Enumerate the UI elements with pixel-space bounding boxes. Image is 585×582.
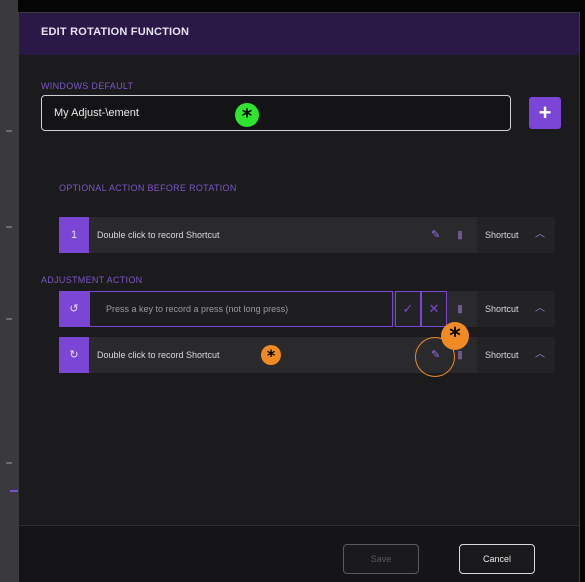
function-name-input[interactable] <box>41 95 511 131</box>
orange-marker: * <box>261 345 281 365</box>
shortcut-dropdown[interactable]: Shortcut ︿ <box>477 337 555 373</box>
strip-tick <box>6 130 12 132</box>
rotate-ccw-icon: ↺ <box>59 291 89 327</box>
background-window-strip <box>0 0 18 582</box>
chevron-up-icon: ︿ <box>535 229 545 240</box>
green-marker: * <box>235 103 259 128</box>
optional-action-row: 1 Double click to record Shortcut ✎ ▮ Sh… <box>59 217 555 253</box>
highlight-circle <box>415 337 455 377</box>
cancel-button[interactable]: Cancel <box>459 544 535 574</box>
edit-rotation-dialog: EDIT ROTATION FUNCTION WINDOWS DEFAULT *… <box>18 12 580 582</box>
record-input[interactable]: Press a key to record a press (not long … <box>89 291 393 327</box>
shortcut-dropdown[interactable]: Shortcut ︿ <box>477 217 555 253</box>
shortcut-label: Shortcut <box>485 304 519 314</box>
strip-tick <box>6 318 12 320</box>
dialog-title: EDIT ROTATION FUNCTION <box>41 26 190 38</box>
record-shortcut-label[interactable]: Double click to record Shortcut <box>97 337 220 373</box>
adjustment-row: ↻ Double click to record Shortcut ✎ ▮ Sh… <box>59 337 555 373</box>
strip-tick <box>6 462 12 464</box>
add-button[interactable]: + <box>529 97 561 129</box>
chevron-up-icon: ︿ <box>535 349 545 360</box>
dialog-titlebar: EDIT ROTATION FUNCTION <box>19 13 579 55</box>
row-number: 1 <box>59 217 89 253</box>
strip-tick <box>10 490 18 492</box>
strip-tick <box>6 226 12 228</box>
adjustment-action-label: ADJUSTMENT ACTION <box>41 275 143 285</box>
record-shortcut-label[interactable]: Double click to record Shortcut <box>97 217 220 253</box>
shortcut-dropdown[interactable]: Shortcut ︿ <box>477 291 555 327</box>
adjustment-row-recording: ↺ Press a key to record a press (not lon… <box>59 291 555 327</box>
dialog-footer: Save Cancel <box>19 525 579 582</box>
save-button[interactable]: Save <box>343 544 419 574</box>
shortcut-label: Shortcut <box>485 230 519 240</box>
rotate-cw-icon: ↻ <box>59 337 89 373</box>
windows-default-label: WINDOWS DEFAULT <box>41 81 134 91</box>
edit-icon[interactable]: ✎ <box>431 217 440 253</box>
confirm-record-button[interactable]: ✓ <box>395 291 421 327</box>
chevron-up-icon: ︿ <box>535 303 545 314</box>
cancel-record-button[interactable]: ✕ <box>421 291 447 327</box>
optional-action-label: OPTIONAL ACTION BEFORE ROTATION <box>59 183 237 193</box>
trash-icon[interactable]: ▮ <box>457 217 463 253</box>
shortcut-label: Shortcut <box>485 350 519 360</box>
